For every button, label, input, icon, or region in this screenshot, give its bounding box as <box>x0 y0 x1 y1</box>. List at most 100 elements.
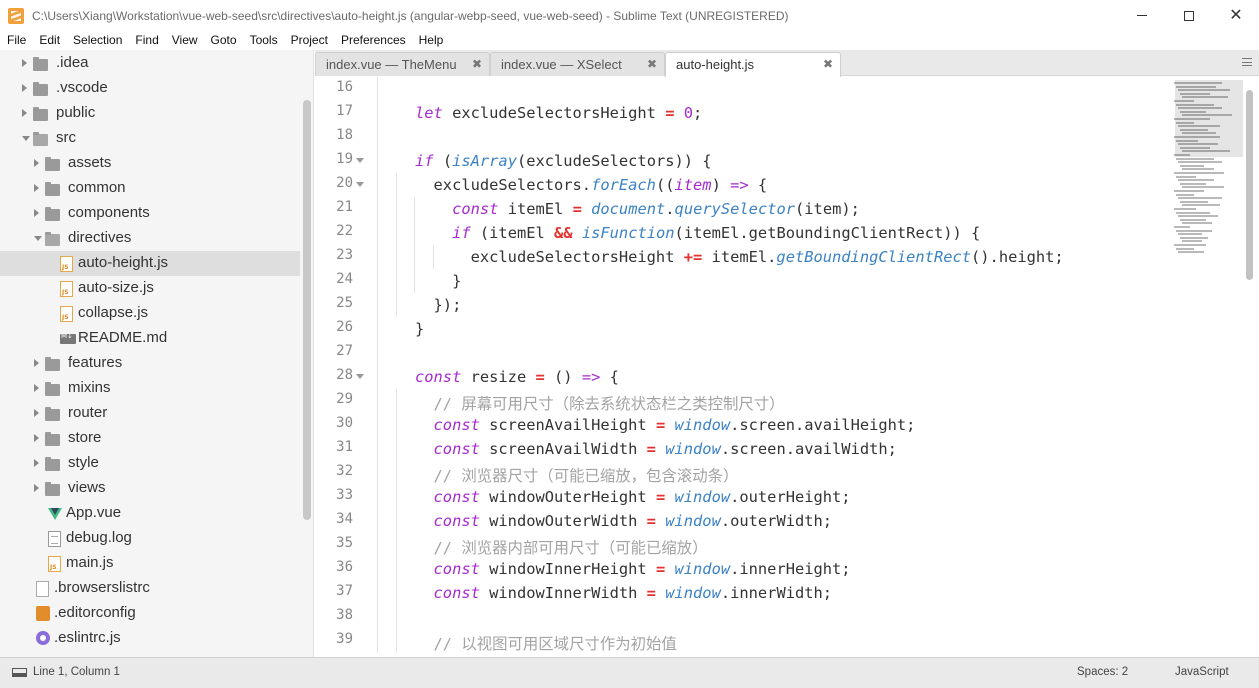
code-line[interactable]: // 浏览器内部可用尺寸（可能已缩放） <box>434 536 708 558</box>
folder-icon <box>45 382 60 396</box>
minimap-line <box>1176 193 1194 196</box>
tab-close-icon[interactable]: ✖ <box>823 57 833 71</box>
code-line[interactable]: let excludeSelectorsHeight = 0; <box>415 104 702 122</box>
chevron-right-icon[interactable] <box>34 384 39 392</box>
sidebar-item-mixins[interactable]: mixins <box>0 376 300 401</box>
menu-goto[interactable]: Goto <box>204 31 243 50</box>
menu-file[interactable]: File <box>0 31 32 50</box>
tab-list-menu-icon[interactable] <box>1242 58 1252 66</box>
chevron-right-icon[interactable] <box>34 209 39 217</box>
code-line[interactable]: const windowInnerWidth = window.innerWid… <box>434 584 833 602</box>
sidebar-item-collapse-js[interactable]: collapse.js <box>0 301 300 326</box>
chevron-right-icon[interactable] <box>34 434 39 442</box>
panel-toggle-icon[interactable] <box>12 668 27 677</box>
sidebar-item-router[interactable]: router <box>0 401 300 426</box>
sidebar-item-idea[interactable]: .idea <box>0 51 300 76</box>
menu-tools[interactable]: Tools <box>243 31 284 50</box>
tab-close-icon[interactable]: ✖ <box>647 57 657 71</box>
sidebar-item-common[interactable]: common <box>0 176 300 201</box>
chevron-right-icon[interactable] <box>34 409 39 417</box>
menu-view[interactable]: View <box>165 31 204 50</box>
chevron-right-icon[interactable] <box>34 484 39 492</box>
sidebar-item-public[interactable]: public <box>0 101 300 126</box>
sidebar-item-browserslistrc[interactable]: .browserslistrc <box>0 576 300 601</box>
sidebar-item-assets[interactable]: assets <box>0 151 300 176</box>
sidebar-item-vscode[interactable]: .vscode <box>0 76 300 101</box>
sidebar-item-auto-height-js[interactable]: auto-height.js <box>0 251 300 276</box>
sidebar-item-directives[interactable]: directives <box>0 226 300 251</box>
code-line[interactable]: const screenAvailWidth = window.screen.a… <box>434 440 897 458</box>
sidebar-item-main-js[interactable]: main.js <box>0 551 300 576</box>
menu-help[interactable]: Help <box>412 31 450 50</box>
close-window-button[interactable]: ✕ <box>1213 0 1259 31</box>
editor-scrollbar[interactable] <box>1246 90 1253 280</box>
code-token: querySelector <box>674 200 796 218</box>
code-token: resize <box>461 368 536 386</box>
sidebar-item-app-vue[interactable]: App.vue <box>0 501 300 526</box>
code-line[interactable]: const windowOuterHeight = window.outerHe… <box>434 488 851 506</box>
sidebar-item-readme-md[interactable]: README.md <box>0 326 300 351</box>
fold-arrow-icon[interactable] <box>356 182 364 187</box>
code-line[interactable]: excludeSelectorsHeight += itemEl.getBoun… <box>471 248 1064 266</box>
chevron-down-icon[interactable] <box>34 236 42 241</box>
tab-close-icon[interactable]: ✖ <box>472 57 482 71</box>
code-line[interactable]: } <box>415 320 424 338</box>
code-token: // 以视图可用区域尺寸作为初始值 <box>433 635 677 653</box>
code-line[interactable]: if (itemEl && isFunction(itemEl.getBound… <box>452 224 980 242</box>
chevron-right-icon[interactable] <box>22 59 27 67</box>
sidebar-scrollbar-thumb[interactable] <box>303 100 311 520</box>
chevron-down-icon[interactable] <box>22 136 30 141</box>
code-line[interactable]: excludeSelectors.forEach((item) => { <box>434 176 768 194</box>
sidebar-item-debug-log[interactable]: debug.log <box>0 526 300 551</box>
code-line[interactable]: if (isArray(excludeSelectors)) { <box>415 152 712 170</box>
sidebar-item-eslintrc-js[interactable]: .eslintrc.js <box>0 626 300 651</box>
code-line[interactable]: const itemEl = document.querySelector(it… <box>452 200 860 218</box>
minimize-button[interactable] <box>1119 0 1165 31</box>
fold-arrow-icon[interactable] <box>356 158 364 163</box>
chevron-right-icon[interactable] <box>22 109 27 117</box>
window-title: C:\Users\Xiang\Workstation\vue-web-seed\… <box>32 8 789 23</box>
code-line[interactable]: const windowOuterWidth = window.outerWid… <box>434 512 833 530</box>
chevron-right-icon[interactable] <box>34 359 39 367</box>
code-line[interactable]: const screenAvailHeight = window.screen.… <box>434 416 916 434</box>
chevron-right-icon[interactable] <box>34 459 39 467</box>
sidebar-item-label: public <box>56 104 96 121</box>
code-line[interactable]: const resize = () => { <box>415 368 619 386</box>
chevron-right-icon[interactable] <box>34 159 39 167</box>
sidebar-item-components[interactable]: components <box>0 201 300 226</box>
chevron-right-icon[interactable] <box>22 84 27 92</box>
indentation-setting[interactable]: Spaces: 2 <box>1077 666 1128 678</box>
code-editor[interactable]: 16 17 18 19 20 21 22 23 24 25 26 27 28 29 30 31 32 33 34 35… <box>315 77 1259 657</box>
minimap-viewport[interactable] <box>1175 80 1243 157</box>
code-line[interactable]: const windowInnerHeight = window.innerHe… <box>434 560 851 578</box>
tab-auto-height-js[interactable]: auto-height.js ✖ <box>665 52 841 77</box>
menu-find[interactable]: Find <box>128 31 164 50</box>
sidebar-item-views[interactable]: views <box>0 476 300 501</box>
sidebar-item-style[interactable]: style <box>0 451 300 476</box>
tab-index-vue-themenu[interactable]: index.vue — TheMenu ✖ <box>315 52 490 76</box>
code-token: } <box>415 320 425 338</box>
code-line[interactable]: // 浏览器尺寸（可能已缩放，包含滚动条） <box>434 464 739 486</box>
minimap-line <box>1174 190 1204 192</box>
menu-selection[interactable]: Selection <box>66 31 128 50</box>
sidebar-item-label: common <box>68 179 126 196</box>
sidebar-item-auto-size-js[interactable]: auto-size.js <box>0 276 300 301</box>
syntax-selector[interactable]: JavaScript <box>1175 666 1229 678</box>
sidebar-item-features[interactable]: features <box>0 351 300 376</box>
menu-project[interactable]: Project <box>284 31 334 50</box>
code-line[interactable]: // 屏幕可用尺寸（除去系统状态栏之类控制尺寸） <box>434 392 785 414</box>
sidebar-item-editorconfig[interactable]: .editorconfig <box>0 601 300 626</box>
menu-preferences[interactable]: Preferences <box>334 31 412 50</box>
maximize-button[interactable] <box>1166 0 1212 31</box>
chevron-right-icon[interactable] <box>34 184 39 192</box>
sidebar-item-src[interactable]: src <box>0 126 300 151</box>
sidebar-item-store[interactable]: store <box>0 426 300 451</box>
code-line[interactable]: } <box>452 272 461 290</box>
menu-edit[interactable]: Edit <box>32 31 66 50</box>
menu-bar: File Edit Selection Find View Goto Tools… <box>0 31 1259 50</box>
code-line[interactable]: }); <box>434 296 462 314</box>
tab-index-vue-xselect[interactable]: index.vue — XSelect ✖ <box>490 52 665 76</box>
code-line[interactable]: // 以视图可用区域尺寸作为初始值 <box>434 632 677 654</box>
code-token: window <box>665 512 721 530</box>
fold-arrow-icon[interactable] <box>356 374 364 379</box>
